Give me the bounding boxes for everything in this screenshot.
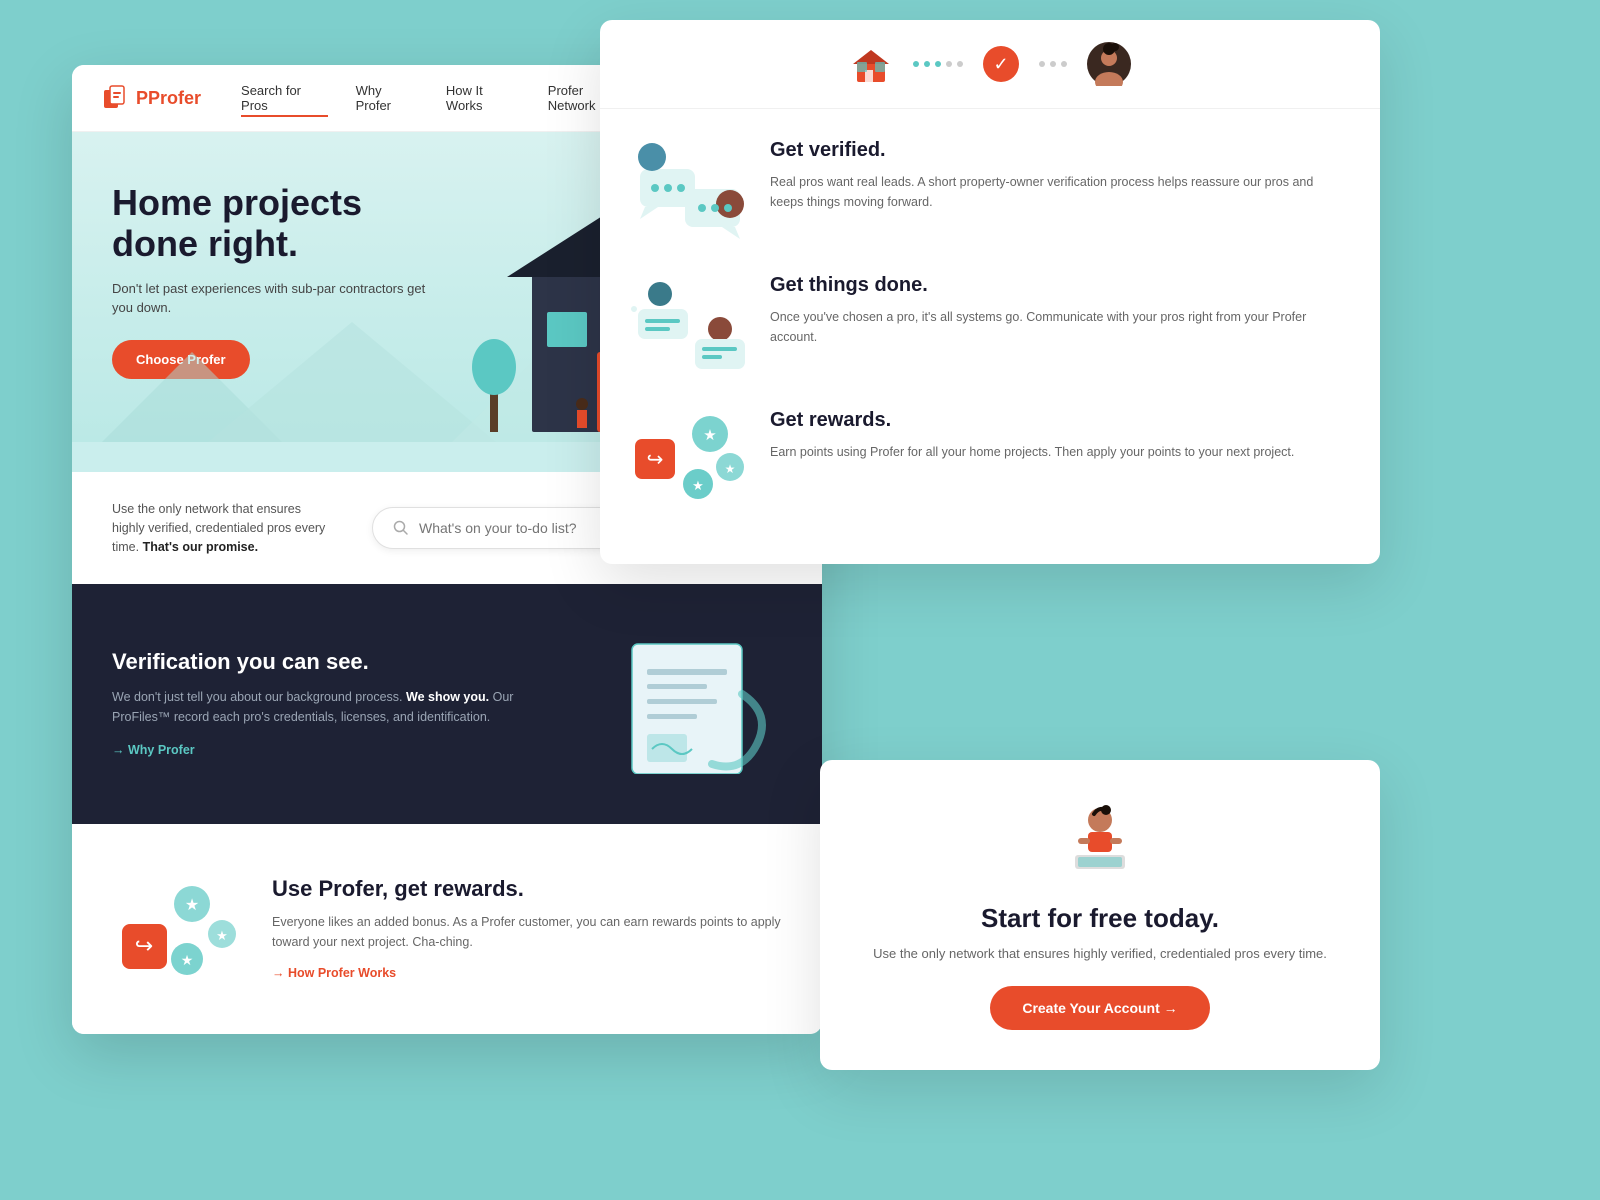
brand-name: PProfer [136,88,201,109]
feature-rewards-right: ↪ ★ ★ ★ Get rewards. Earn points using P… [630,409,1350,514]
verification-heading: Verification you can see. [112,649,562,675]
step-avatar [1087,42,1131,86]
step-house-icon [849,42,893,86]
feature-rewards-illustration: ↪ ★ ★ ★ [630,409,750,514]
rewards-content: Use Profer, get rewards. Everyone likes … [272,876,782,982]
cta-person-illustration [1060,800,1140,880]
verification-illustration [602,634,782,774]
feature-verified-heading: Get verified. [770,139,1350,162]
progress-area: ✓ [600,20,1380,109]
feature-get-verified: Get verified. Real pros want real leads.… [630,139,1350,244]
feature-done-illustration [630,274,750,379]
logo-icon [102,84,130,112]
create-account-button[interactable]: Create Your Account → [990,986,1209,1030]
dot-8 [1061,61,1067,67]
logo: PProfer [102,84,201,112]
svg-text:★: ★ [703,427,716,444]
right-panel-top: ✓ [600,20,1380,564]
right-panel-bottom-cta: Start for free today. Use the only netwo… [820,760,1380,1070]
svg-text:★: ★ [181,952,194,968]
features-grid: Get verified. Real pros want real leads.… [600,109,1380,564]
verification-section: Verification you can see. We don't just … [72,584,822,824]
progress-dots-2 [1039,61,1067,67]
feature-done-text: Get things done. Once you've chosen a pr… [770,274,1350,379]
dot-1 [913,61,919,67]
dot-3 [935,61,941,67]
verification-content: Verification you can see. We don't just … [112,649,562,759]
dot-4 [946,61,952,67]
feature-done-heading: Get things done. [770,274,1350,297]
feature-done-desc: Once you've chosen a pro, it's all syste… [770,307,1350,347]
cta-heading: Start for free today. [860,903,1340,934]
svg-text:★: ★ [692,478,704,493]
promise-text: Use the only network that ensures highly… [112,500,332,556]
nav-search-pros[interactable]: Search for Pros [241,83,328,113]
feature-verified-illustration [630,139,750,244]
svg-text:★: ★ [185,897,199,914]
svg-text:↪: ↪ [647,449,664,471]
rewards-section: ↪ ★ ★ ★ Use Profer, get rewards. Everyon… [72,824,822,1034]
dot-2 [924,61,930,67]
why-profer-link[interactable]: → Why Profer [112,743,195,757]
search-icon [393,520,409,536]
hero-headline: Home projects done right. [112,182,432,265]
dot-6 [1039,61,1045,67]
feature-rewards-right-text: Get rewards. Earn points using Profer fo… [770,409,1294,514]
feature-verified-text: Get verified. Real pros want real leads.… [770,139,1350,244]
how-works-link[interactable]: → How Profer Works [272,966,396,980]
verification-text: We don't just tell you about our backgro… [112,687,562,727]
feature-rewards-right-heading: Get rewards. [770,409,1294,432]
progress-dots [913,61,963,67]
svg-text:★: ★ [216,928,228,943]
feature-get-things-done: Get things done. Once you've chosen a pr… [630,274,1350,379]
feature-verified-desc: Real pros want real leads. A short prope… [770,172,1350,212]
step-check-icon: ✓ [983,46,1019,82]
nav-links: Search for Pros Why Profer How It Works … [241,83,631,113]
rewards-text: Everyone likes an added bonus. As a Prof… [272,912,782,952]
rewards-heading: Use Profer, get rewards. [272,876,782,902]
svg-text:↪: ↪ [135,933,153,958]
dot-7 [1050,61,1056,67]
dot-5 [957,61,963,67]
nav-why-profer[interactable]: Why Profer [356,83,418,113]
cta-text: Use the only network that ensures highly… [860,944,1340,964]
rewards-illustration-left: ↪ ★ ★ ★ [112,869,242,989]
feature-rewards-right-desc: Earn points using Profer for all your ho… [770,442,1294,462]
nav-how-it-works[interactable]: How It Works [446,83,520,113]
svg-text:★: ★ [725,462,736,476]
